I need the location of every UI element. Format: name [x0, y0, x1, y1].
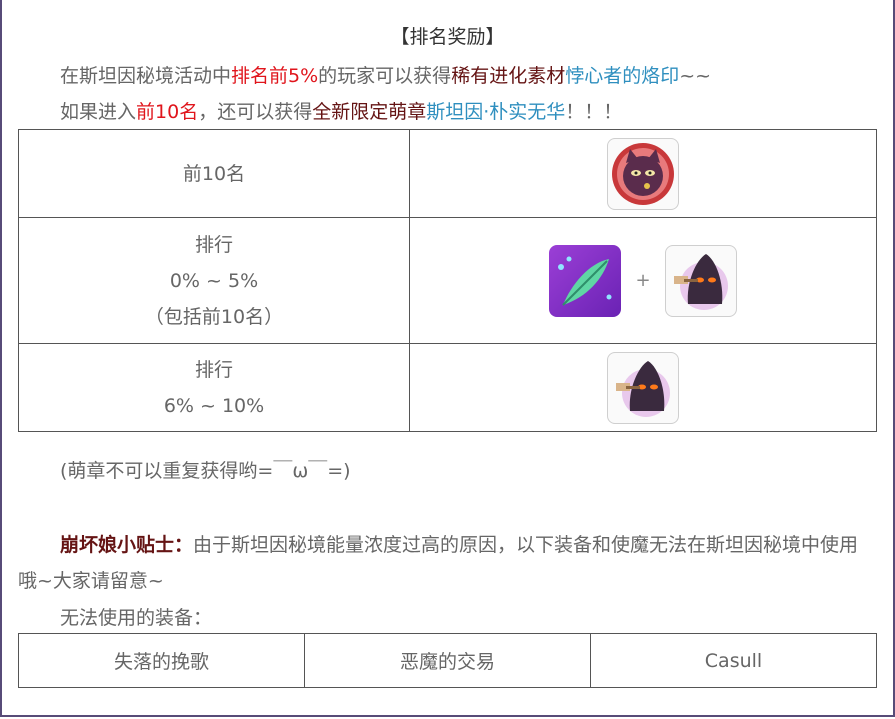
intro-text: 如果进入 — [60, 101, 137, 123]
hooded-hammer-icon[interactable] — [664, 244, 737, 317]
rank-cell: 前10名 — [18, 129, 410, 218]
rank-label: 前10名 — [182, 162, 246, 185]
badge-name-link[interactable]: 斯坦因·朴实无华 — [426, 101, 565, 123]
rank-range: 0% ~ 5% — [169, 269, 259, 292]
reward-cell — [409, 129, 877, 218]
cannot-use-label: 无法使用的装备： — [60, 607, 213, 629]
green-feather-icon[interactable] — [549, 244, 622, 317]
table-row: 前10名 — [18, 129, 877, 218]
rank-range: 6% ~ 10% — [163, 394, 265, 417]
highlight-material: 稀有进化素材 — [451, 65, 566, 87]
intro-text: ！！！ — [565, 101, 623, 123]
section-title: 【排名奖励】 — [390, 26, 505, 48]
cat-badge-icon[interactable] — [607, 137, 679, 210]
rank-label: 排行 — [194, 233, 233, 256]
badge-note: (萌章不可以重复获得哟=￣ω￣=) — [60, 460, 351, 482]
tip-paragraph: 崩坏娘小贴士：由于斯坦因秘境能量浓度过高的原因，以下装备和使魔无法在斯坦因秘境中… — [18, 527, 877, 599]
intro-text: 的玩家可以获得 — [318, 65, 452, 87]
reward-cell — [409, 343, 877, 432]
rank-cell: 排行 0% ~ 5% （包括前10名） — [18, 217, 410, 344]
equipment-table: 失落的挽歌 恶魔的交易 Casull — [18, 633, 877, 688]
rank-cell: 排行 6% ~ 10% — [18, 343, 410, 432]
equipment-cell: 恶魔的交易 — [304, 633, 591, 688]
reward-table: 前10名 排行 0% ~ 5% （包括前10名） + 排行 6% ~ 10% — [18, 129, 877, 432]
intro-line-2: 如果进入前10名，还可以获得全新限定萌章斯坦因·朴实无华！！！ — [60, 97, 622, 124]
table-row: 排行 0% ~ 5% （包括前10名） + — [18, 217, 877, 344]
rank-label: 排行 — [194, 358, 233, 381]
equipment-cell: Casull — [590, 633, 877, 688]
highlight-rank: 排名前5% — [231, 65, 319, 87]
reward-cell: + — [409, 217, 877, 344]
intro-text: ，还可以获得 — [198, 101, 313, 123]
item-name-link[interactable]: 悖心者的烙印 — [565, 65, 679, 87]
intro-text: 在斯坦因秘境活动中 — [60, 65, 232, 87]
equipment-cell: 失落的挽歌 — [18, 633, 305, 688]
plus-sign: + — [635, 270, 651, 291]
highlight-top10: 前10名 — [136, 101, 199, 123]
highlight-badge: 全新限定萌章 — [312, 101, 427, 123]
rank-note: （包括前10名） — [144, 305, 284, 328]
table-row: 排行 6% ~ 10% — [18, 343, 877, 432]
intro-line-1: 在斯坦因秘境活动中排名前5%的玩家可以获得稀有进化素材悖心者的烙印~~ — [60, 61, 711, 88]
table-row: 失落的挽歌 恶魔的交易 Casull — [18, 633, 877, 688]
tip-title: 崩坏娘小贴士： — [60, 534, 194, 556]
hooded-hammer-icon[interactable] — [607, 351, 679, 424]
intro-text: ~~ — [679, 65, 712, 87]
